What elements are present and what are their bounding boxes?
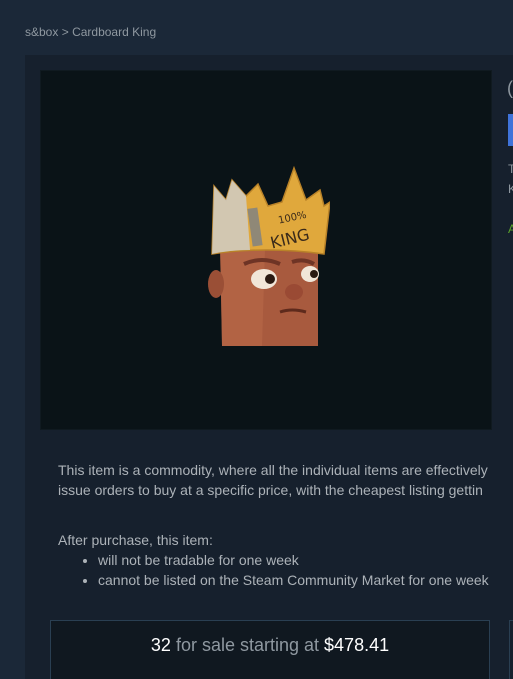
- after-purchase-section: After purchase, this item: will not be t…: [58, 530, 489, 590]
- list-item: will not be tradable for one week: [98, 550, 489, 570]
- breadcrumb-root-link[interactable]: s&box: [25, 25, 58, 39]
- starting-price: $478.41: [324, 635, 390, 655]
- for-sale-count: 32: [150, 635, 171, 655]
- for-sale-box: 32 for sale starting at $478.41: [50, 620, 490, 679]
- cardboard-king-item-image: 100% KING: [208, 166, 330, 346]
- after-purchase-heading: After purchase, this item:: [58, 532, 213, 548]
- breadcrumb-current-link[interactable]: Cardboard King: [72, 25, 156, 39]
- commodity-description: This item is a commodity, where all the …: [58, 460, 488, 500]
- item-title-fragment: (: [507, 78, 513, 98]
- list-item: cannot be listed on the Steam Community …: [98, 570, 489, 590]
- buy-requests-box-edge: [509, 620, 513, 679]
- item-info-text-fragment-2: K: [508, 182, 513, 196]
- description-line-1: This item is a commodity, where all the …: [58, 462, 488, 478]
- breadcrumb: s&box > Cardboard King: [25, 25, 156, 39]
- after-purchase-list: will not be tradable for one week cannot…: [58, 550, 489, 590]
- buy-button-fragment[interactable]: [508, 114, 513, 146]
- item-info-text-fragment-1: T: [508, 162, 513, 176]
- breadcrumb-separator: >: [61, 25, 69, 39]
- for-sale-label: for sale starting at: [175, 635, 320, 655]
- description-line-2: issue orders to buy at a specific price,…: [58, 482, 483, 498]
- for-sale-summary: 32 for sale starting at $478.41: [51, 635, 489, 656]
- item-status-fragment: A: [508, 222, 513, 236]
- market-listing-page: s&box > Cardboard King 100% KING ( T K A: [0, 0, 513, 679]
